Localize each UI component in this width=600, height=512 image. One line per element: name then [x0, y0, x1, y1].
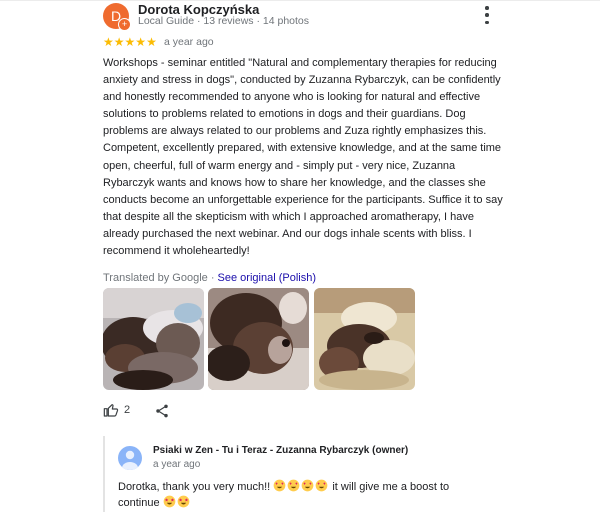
local-guide-badge-icon: + [118, 18, 131, 31]
translation-note: Translated by Google · See original (Pol… [103, 272, 316, 284]
review-body: Workshops - seminar entitled "Natural an… [103, 57, 503, 258]
person-icon [122, 450, 138, 470]
reviewer-avatar[interactable]: D + [103, 3, 131, 31]
thumb-up-icon [103, 404, 119, 417]
star-icon: ★ [124, 35, 136, 49]
star-struck-emoji-icon [163, 495, 176, 508]
owner-name: Psiaki w Zen - Tu i Teraz - Zuzanna Ryba… [153, 445, 409, 456]
translated-label: Translated by Google · [103, 272, 218, 284]
heart-eyes-emoji-icon [287, 479, 300, 492]
star-icon: ★ [135, 35, 147, 49]
share-icon[interactable] [154, 403, 170, 419]
review-time: a year ago [164, 36, 214, 48]
owner-reply-divider [103, 436, 105, 512]
star-icon: ★ [146, 35, 157, 49]
star-icon: ★ [113, 35, 125, 49]
like-button[interactable]: 2 [103, 402, 130, 418]
reply-text-part-1: Dorotka, thank you very much!! [118, 481, 274, 493]
see-original-link[interactable]: See original (Polish) [218, 272, 316, 284]
heart-eyes-emoji-icon [273, 479, 286, 492]
owner-avatar[interactable] [118, 446, 142, 470]
reviewer-meta: Local Guide · 13 reviews · 14 photos [138, 15, 310, 27]
like-count: 2 [124, 404, 131, 416]
review-photo-3[interactable] [314, 288, 415, 390]
star-icon: ★ [103, 35, 114, 49]
heart-eyes-emoji-icon [315, 479, 328, 492]
review-photo-2[interactable] [208, 288, 309, 390]
star-rating: ★ ★ ★ ★ ★ [103, 35, 157, 49]
review-photo-1[interactable] [103, 288, 204, 390]
top-divider [0, 0, 600, 1]
more-options-icon[interactable] [480, 6, 494, 24]
heart-eyes-emoji-icon [301, 479, 314, 492]
owner-reply-time: a year ago [153, 459, 201, 470]
owner-reply-body: Dorotka, thank you very much!! it will g… [118, 479, 478, 511]
star-struck-emoji-icon [177, 495, 190, 508]
